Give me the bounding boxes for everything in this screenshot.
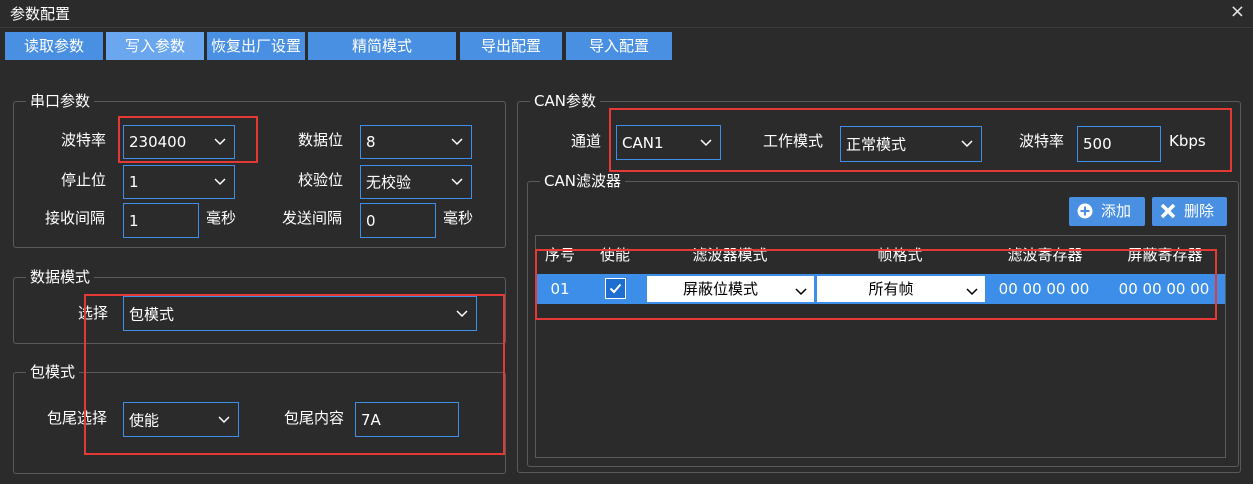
packet-mode-title: 包模式 <box>26 362 80 382</box>
column-header-filter-mode: 滤波器模式 <box>692 246 768 264</box>
write-params-button[interactable]: 写入参数 <box>106 32 204 60</box>
tail-content-label: 包尾内容 <box>284 409 345 427</box>
send-interval-label: 发送间隔 <box>282 209 343 227</box>
export-config-button[interactable]: 导出配置 <box>460 32 562 60</box>
can-baud-input[interactable] <box>1077 126 1161 162</box>
can-baud-label: 波特率 <box>1019 132 1065 150</box>
data-mode-title: 数据模式 <box>26 267 95 287</box>
title-bar: 参数配置 × <box>0 0 1253 28</box>
chevron-down-icon <box>966 283 978 296</box>
row-frame-format-value: 所有帧 <box>868 280 914 298</box>
data-mode-value: 包模式 <box>129 305 175 323</box>
simple-mode-button[interactable]: 精简模式 <box>308 32 456 60</box>
column-header-mask-register: 屏蔽寄存器 <box>1127 246 1203 264</box>
column-header-frame-format: 帧格式 <box>877 246 923 264</box>
chevron-down-icon <box>795 283 807 296</box>
row-index: 01 <box>550 280 570 298</box>
read-params-button[interactable]: 读取参数 <box>5 32 103 60</box>
tail-select-value: 使能 <box>129 411 160 429</box>
chevron-down-icon <box>214 133 226 146</box>
databits-combo[interactable]: 8 <box>360 125 472 159</box>
workmode-combo[interactable]: 正常模式 <box>840 126 982 162</box>
row-enable-checkbox[interactable] <box>605 278 626 299</box>
can-baud-unit: Kbps <box>1169 132 1206 150</box>
chevron-down-icon <box>451 133 463 146</box>
serial-params-title: 串口参数 <box>26 91 95 111</box>
parity-combo[interactable]: 无校验 <box>360 165 472 199</box>
window-title: 参数配置 <box>10 5 71 23</box>
workmode-label: 工作模式 <box>763 132 824 150</box>
filter-table <box>535 235 1226 458</box>
recv-interval-input[interactable] <box>123 203 199 238</box>
data-mode-combo[interactable]: 包模式 <box>123 296 477 331</box>
channel-value: CAN1 <box>622 133 664 152</box>
chevron-down-icon <box>456 305 468 317</box>
stopbits-combo[interactable]: 1 <box>123 165 235 199</box>
add-filter-button[interactable]: 添加 <box>1069 197 1145 226</box>
plus-circle-icon <box>1077 203 1093 219</box>
chevron-down-icon <box>700 134 712 146</box>
row-filter-mode-combo[interactable]: 屏蔽位模式 <box>647 276 814 302</box>
recv-interval-label: 接收间隔 <box>45 209 106 227</box>
data-mode-select-label: 选择 <box>78 304 109 322</box>
stopbits-label: 停止位 <box>61 171 107 189</box>
databits-label: 数据位 <box>298 131 344 149</box>
parity-value: 无校验 <box>366 173 412 192</box>
tail-content-input[interactable] <box>355 402 459 437</box>
row-filter-mode-value: 屏蔽位模式 <box>682 280 758 298</box>
stopbits-value: 1 <box>129 173 139 191</box>
send-unit-label: 毫秒 <box>443 209 474 227</box>
can-params-title: CAN参数 <box>530 91 600 111</box>
row-mask-register: 00 00 00 00 <box>1118 280 1210 298</box>
baud-combo[interactable]: 230400 <box>123 125 235 159</box>
tail-select-combo[interactable]: 使能 <box>123 402 239 437</box>
channel-label: 通道 <box>571 132 602 150</box>
baud-value: 230400 <box>129 133 187 151</box>
databits-value: 8 <box>366 133 376 151</box>
row-frame-format-combo[interactable]: 所有帧 <box>817 276 985 302</box>
chevron-down-icon <box>214 173 226 186</box>
baud-label: 波特率 <box>61 131 107 149</box>
toolbar: 读取参数 写入参数 恢复出厂设置 精简模式 导出配置 导入配置 <box>0 28 1253 64</box>
import-config-button[interactable]: 导入配置 <box>566 32 672 60</box>
parity-label: 校验位 <box>298 171 344 189</box>
chevron-down-icon <box>218 411 230 423</box>
delete-filter-button[interactable]: 删除 <box>1152 197 1227 226</box>
close-icon[interactable]: × <box>1230 1 1245 22</box>
channel-combo[interactable]: CAN1 <box>616 125 721 160</box>
column-header-enable: 使能 <box>599 246 630 264</box>
row-filter-register: 00 00 00 00 <box>998 280 1090 298</box>
send-interval-input[interactable] <box>360 203 436 238</box>
chevron-down-icon <box>961 135 973 148</box>
delete-filter-label: 删除 <box>1184 202 1215 220</box>
recv-unit-label: 毫秒 <box>206 209 237 227</box>
add-filter-label: 添加 <box>1101 202 1132 220</box>
can-filter-title: CAN滤波器 <box>540 171 625 191</box>
check-icon <box>609 283 622 294</box>
column-header-filter-register: 滤波寄存器 <box>1007 246 1083 264</box>
factory-reset-button[interactable]: 恢复出厂设置 <box>207 32 305 60</box>
close-icon <box>1160 203 1176 219</box>
tail-select-label: 包尾选择 <box>47 409 108 427</box>
workmode-value: 正常模式 <box>846 135 907 154</box>
chevron-down-icon <box>451 173 463 186</box>
column-header-index: 序号 <box>544 246 575 264</box>
